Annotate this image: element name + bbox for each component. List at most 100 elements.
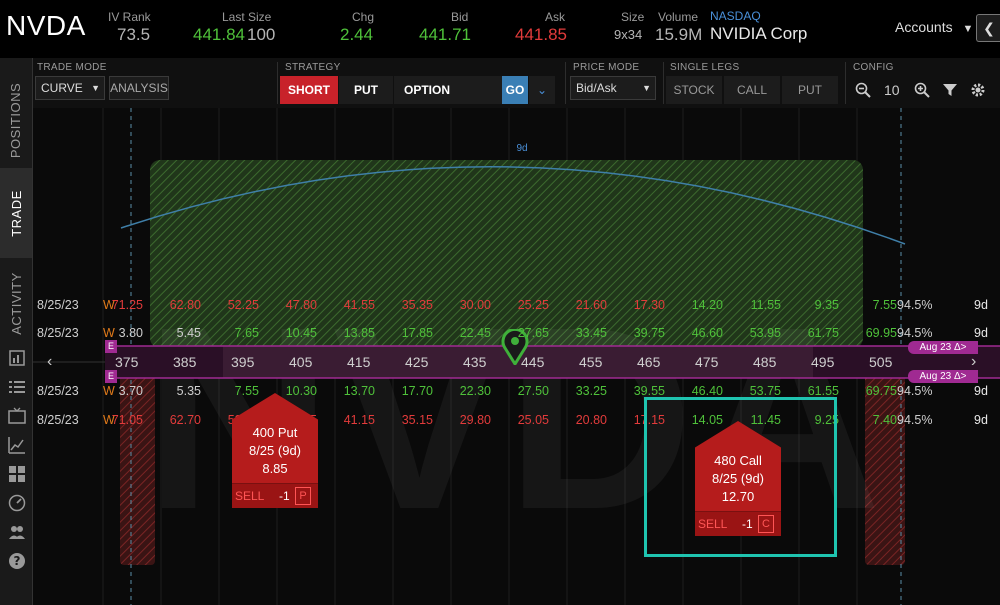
option-price: 3.70 xyxy=(118,384,143,398)
option-row[interactable]: 8/25/23W71.0562.7052.1047.7541.1535.1529… xyxy=(33,410,1000,432)
put-card-price: 8.85 xyxy=(262,461,288,476)
config-zoom-value[interactable]: 10 xyxy=(884,82,900,98)
strike-label[interactable]: 385 xyxy=(173,354,196,370)
size-label: Size xyxy=(621,10,645,24)
option-price: 39.75 xyxy=(633,326,665,340)
option-price: 21.60 xyxy=(575,298,607,312)
chevron-down-icon: ⌄ xyxy=(536,83,548,97)
strike-label[interactable]: 395 xyxy=(231,354,254,370)
tab-activity-label: ACTIVITY xyxy=(8,271,24,335)
trade-mode-label: TRADE MODE xyxy=(37,62,107,73)
option-price: 13.70 xyxy=(343,384,375,398)
option-price: 69.75 xyxy=(865,384,897,398)
stock-button[interactable]: STOCK xyxy=(666,76,722,104)
strike-label[interactable]: 455 xyxy=(579,354,602,370)
option-price: 41.55 xyxy=(343,298,375,312)
gear-icon[interactable] xyxy=(970,82,986,98)
tab-positions[interactable]: POSITIONS xyxy=(0,70,32,170)
strike-scroll-right[interactable]: › xyxy=(971,353,976,371)
option-price: 62.80 xyxy=(169,298,201,312)
price-mode-value: Bid/Ask xyxy=(576,81,617,95)
people-icon[interactable] xyxy=(8,523,26,541)
put-card-tag: P xyxy=(295,487,311,505)
strike-label[interactable]: 435 xyxy=(463,354,486,370)
row-days: 9d xyxy=(974,298,988,312)
option-price: 25.05 xyxy=(517,413,549,427)
size-value: 9x34 xyxy=(614,27,643,42)
call-card-title: 480 Call xyxy=(714,453,762,468)
filter-icon[interactable] xyxy=(942,82,958,98)
option-price: 13.85 xyxy=(343,326,375,340)
option-price: 46.40 xyxy=(691,384,723,398)
row-iv: 94.5% xyxy=(897,298,933,312)
strike-label[interactable]: 485 xyxy=(753,354,776,370)
risk-curve-chart[interactable]: NVDA 9d ‹ › E E Aug 23 Δ> Aug 23 Δ> 375 3… xyxy=(33,108,1000,605)
row-days: 9d xyxy=(974,326,988,340)
row-date: 8/25/23 xyxy=(37,384,79,398)
collapse-panel-button[interactable]: ❮ xyxy=(976,14,1000,42)
option-price: 5.35 xyxy=(176,384,201,398)
strike-label[interactable]: 415 xyxy=(347,354,370,370)
strike-label[interactable]: 405 xyxy=(289,354,312,370)
chg-value: 2.44 xyxy=(340,25,374,44)
row-iv: 94.5% xyxy=(897,326,933,340)
option-price: 7.55 xyxy=(872,298,897,312)
go-button[interactable]: GO xyxy=(502,76,528,104)
tab-trade[interactable]: TRADE xyxy=(0,168,32,258)
chg-label: Chg xyxy=(352,10,375,24)
strike-label[interactable]: 375 xyxy=(115,354,138,370)
list-icon[interactable] xyxy=(8,378,26,396)
left-tab-bar: POSITIONS TRADE ACTIVITY ? xyxy=(0,58,33,605)
option-price: 53.95 xyxy=(749,326,781,340)
option-row[interactable]: 8/25/23 W 3.80 5.45 7.65 10.45 13.85 17.85 22.45… xyxy=(33,323,1000,345)
put-card-qty: -1 xyxy=(279,489,290,503)
tab-activity[interactable]: ACTIVITY xyxy=(0,263,32,343)
strike-label[interactable]: 465 xyxy=(637,354,660,370)
chevron-down-icon: ▼ xyxy=(962,23,974,35)
put-leg-button[interactable]: PUT xyxy=(782,76,838,104)
call-card-price: 12.70 xyxy=(721,489,755,504)
iv-rank-value: 73.5 xyxy=(117,25,151,44)
volume-label: Volume xyxy=(658,10,699,24)
zoom-out-icon[interactable] xyxy=(855,82,871,98)
put-strategy-button[interactable]: PUT xyxy=(339,76,393,104)
analysis-button[interactable]: ANALYSIS xyxy=(109,76,169,100)
option-row[interactable]: 8/25/23 W 71.25 62.80 52.25 47.80 41.55 35.35 30… xyxy=(33,295,1000,317)
zoom-in-icon[interactable] xyxy=(914,82,930,98)
option-row[interactable]: 8/25/23 W 3.70 5.35 7.55 10.30 13.70 17.70 22.30… xyxy=(33,381,1000,403)
toolbar-divider xyxy=(277,62,278,104)
option-price: 61.55 xyxy=(807,384,839,398)
trade-mode-value: CURVE xyxy=(41,81,83,95)
gauge-icon[interactable] xyxy=(8,494,26,512)
trade-toolbar: TRADE MODE CURVE ▼ ANALYSIS STRATEGY SHO… xyxy=(33,58,1000,109)
option-price: 14.20 xyxy=(691,298,723,312)
grid-icon[interactable] xyxy=(8,465,26,483)
call-button[interactable]: CALL xyxy=(724,76,780,104)
chart-grid-icon[interactable] xyxy=(8,436,26,454)
dropdown-arrow-icon: ▼ xyxy=(91,83,100,93)
row-days: 9d xyxy=(974,413,988,427)
last-size-label: Last Size xyxy=(222,10,272,24)
accounts-menu[interactable]: Accounts ▼ xyxy=(895,19,973,35)
option-price: 11.55 xyxy=(750,298,781,312)
symbol-title[interactable]: NVDA xyxy=(6,10,86,42)
monitor-chart-icon[interactable] xyxy=(8,349,26,367)
help-icon[interactable]: ? xyxy=(8,552,26,570)
trade-mode-select[interactable]: CURVE ▼ xyxy=(35,76,105,100)
exchange-label: NASDAQ xyxy=(710,9,761,23)
strike-scroll-left[interactable]: ‹ xyxy=(47,353,52,371)
strike-label[interactable]: 495 xyxy=(811,354,834,370)
short-button[interactable]: SHORT xyxy=(280,76,338,104)
config-label: CONFIG xyxy=(853,62,894,73)
strike-label[interactable]: 425 xyxy=(405,354,428,370)
option-select[interactable]: OPTION xyxy=(394,76,502,104)
option-price: 3.80 xyxy=(118,326,143,340)
strategy-dropdown[interactable]: ⌄ xyxy=(529,76,555,104)
option-price: 62.70 xyxy=(169,413,201,427)
price-mode-select[interactable]: Bid/Ask ▼ xyxy=(570,76,656,100)
toolbar-divider xyxy=(663,62,664,104)
option-price: 17.85 xyxy=(401,326,433,340)
strike-label[interactable]: 505 xyxy=(869,354,892,370)
strike-label[interactable]: 475 xyxy=(695,354,718,370)
tv-icon[interactable] xyxy=(8,407,26,425)
